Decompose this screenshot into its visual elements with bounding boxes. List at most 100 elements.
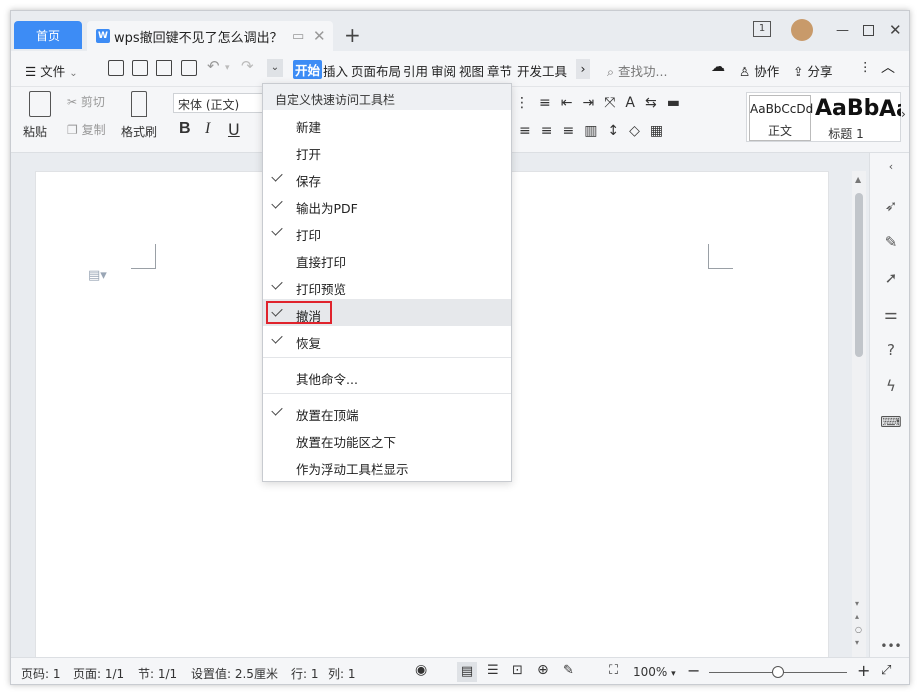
print-preview-icon[interactable] [181, 60, 197, 76]
redo-icon[interactable]: ↷ [241, 57, 254, 75]
checkmark-icon [272, 225, 286, 235]
underline-button[interactable]: U [228, 120, 240, 139]
chevron-right-icon[interactable]: › [576, 59, 590, 79]
menu-item[interactable]: 打开 [263, 137, 511, 164]
page-view-icon[interactable]: ▤ [457, 662, 477, 682]
customize-toolbar-button[interactable]: ⌄ [267, 59, 283, 77]
cut-button[interactable]: ✂ 剪切 [67, 93, 105, 110]
copy-button[interactable]: ❐ 复制 [67, 121, 106, 138]
pen-mode-icon[interactable]: ✎ [563, 663, 574, 678]
search-box[interactable]: ⌕ 查找功... [607, 61, 667, 80]
undo-dropdown-icon[interactable]: ▾ [225, 63, 230, 73]
status-setting[interactable]: 设置值: 2.5厘米 [191, 665, 278, 682]
pen-icon[interactable]: ✎ [882, 233, 900, 251]
italic-button[interactable]: I [205, 120, 210, 138]
minimize-icon[interactable]: — [836, 23, 849, 38]
more-dots-icon[interactable]: ••• [880, 637, 901, 655]
more-icon[interactable]: ⋮ [859, 59, 872, 74]
format-painter-button[interactable]: 格式刷 [121, 123, 157, 140]
checkmark-icon [272, 333, 286, 343]
rocket-icon[interactable]: ➶ [882, 197, 900, 215]
paragraph-icon[interactable]: ▤▾ [88, 268, 107, 283]
paragraph-tools-row1[interactable]: ⋮≡⇤⇥⤧A⇆▬ [515, 95, 690, 111]
tab-references[interactable]: 引用 [403, 61, 428, 80]
style-heading-1[interactable]: AaBb 标题 1 [815, 95, 880, 141]
tab-chapter[interactable]: 章节 [487, 61, 512, 80]
zoom-in-icon[interactable]: + [857, 661, 870, 680]
menu-item-label: 打印预览 [296, 282, 347, 297]
collaborate-button[interactable]: ♙ 协作 [739, 61, 779, 80]
sidebar-collapse-icon[interactable]: ‹ [882, 157, 900, 175]
tab-developer[interactable]: 开发工具 [517, 61, 567, 80]
styles-gallery: AaBbCcDd 正文 AaBb 标题 1 Aa [746, 92, 901, 142]
style-heading-1-label: 标题 1 [828, 127, 864, 141]
style-heading-2-preview[interactable]: Aa [879, 97, 901, 122]
tab-view[interactable]: 视图 [459, 61, 484, 80]
menu-item[interactable]: 放置在顶端 [263, 398, 511, 425]
zoom-slider-knob[interactable] [772, 666, 784, 678]
checkmark-icon [272, 279, 286, 289]
save-icon[interactable] [108, 60, 124, 76]
menu-item[interactable]: 保存 [263, 164, 511, 191]
cloud-sync-icon[interactable]: ☁ [711, 59, 725, 75]
maximize-icon[interactable] [863, 25, 874, 36]
fullscreen-icon[interactable]: ⤢ [881, 663, 891, 678]
export-pdf-icon[interactable] [132, 60, 148, 76]
print-icon[interactable] [156, 60, 172, 76]
close-tab-icon[interactable]: ✕ [313, 27, 326, 45]
share-button[interactable]: ⇪ 分享 [793, 61, 832, 80]
paste-button[interactable]: 粘贴 [23, 123, 47, 140]
menu-item[interactable]: 新建 [263, 110, 511, 137]
tab-insert[interactable]: 插入 [323, 61, 348, 80]
menu-item[interactable]: 撤消 [263, 299, 511, 326]
style-heading-1-preview: AaBb [815, 96, 880, 121]
tab-page-layout[interactable]: 页面布局 [351, 61, 401, 80]
customize-quick-access-menu: 自定义快速访问工具栏 新建 打开 保存 输出为PDF 打印 直接打印 打印预览 撤消 恢复 其他… [262, 83, 512, 482]
menu-item-more-commands[interactable]: 其他命令... [263, 362, 511, 389]
lightning-icon[interactable]: ϟ [882, 377, 900, 395]
tab-start[interactable]: 开始 [293, 60, 323, 79]
tab-home[interactable]: 首页 [14, 21, 82, 49]
paragraph-tools-row2[interactable]: ≡≡≡▥↕◇▦ [519, 123, 673, 139]
window-count-badge[interactable]: 1 [753, 21, 771, 37]
vertical-scrollbar[interactable]: ▲ ▾ ▴ ○ ▾ [852, 171, 866, 657]
menu-item[interactable]: 输出为PDF [263, 191, 511, 218]
avatar[interactable] [791, 19, 813, 41]
close-window-icon[interactable]: ✕ [889, 21, 902, 39]
translate-icon[interactable]: ⌨ [880, 413, 902, 431]
menu-item[interactable]: 打印 [263, 218, 511, 245]
sliders-icon[interactable]: ⚌ [882, 305, 900, 323]
outline-view-icon[interactable]: ☰ [487, 663, 499, 678]
menu-item-label: 直接打印 [296, 255, 347, 270]
reading-view-icon[interactable]: ⊡ [512, 663, 523, 678]
page-nav-icons[interactable]: ▾ ▴ ○ ▾ [855, 597, 862, 649]
font-family-select[interactable]: 宋体 (正文) [173, 93, 273, 113]
zoom-select[interactable]: 100% ▾ [633, 665, 676, 679]
paste-icon[interactable] [29, 91, 51, 117]
eye-protection-icon[interactable]: ◉ [415, 662, 427, 678]
bold-button[interactable]: B [179, 120, 191, 138]
pin-icon[interactable]: ▭ [292, 29, 304, 44]
menu-item[interactable]: 作为浮动工具栏显示 [263, 452, 511, 479]
file-menu[interactable]: ☰ 文件 ⌄ [25, 61, 78, 80]
search-placeholder: 查找功... [618, 64, 668, 79]
scroll-thumb[interactable] [855, 193, 863, 357]
format-painter-icon[interactable] [131, 91, 147, 117]
help-icon[interactable]: ? [882, 341, 900, 359]
collapse-ribbon-icon[interactable]: ︿ [881, 57, 895, 77]
style-normal[interactable]: AaBbCcDd 正文 [749, 95, 813, 141]
fit-page-icon[interactable]: ⛶ [609, 663, 618, 678]
tab-document[interactable]: W wps撤回键不见了怎么调出？ ▭ ✕ [87, 21, 333, 51]
tab-review[interactable]: 审阅 [431, 61, 456, 80]
new-tab-button[interactable]: + [344, 25, 361, 45]
scroll-up-icon[interactable]: ▲ [855, 175, 861, 184]
cursor-icon[interactable]: ➚ [882, 269, 900, 287]
menu-item[interactable]: 打印预览 [263, 272, 511, 299]
menu-item[interactable]: 放置在功能区之下 [263, 425, 511, 452]
zoom-out-icon[interactable]: − [687, 661, 700, 680]
menu-item[interactable]: 直接打印 [263, 245, 511, 272]
menu-item[interactable]: 恢复 [263, 326, 511, 353]
undo-icon[interactable]: ↶ [207, 57, 220, 75]
web-view-icon[interactable]: ⊕ [537, 662, 549, 678]
styles-scroll-icon[interactable]: › [901, 107, 906, 121]
